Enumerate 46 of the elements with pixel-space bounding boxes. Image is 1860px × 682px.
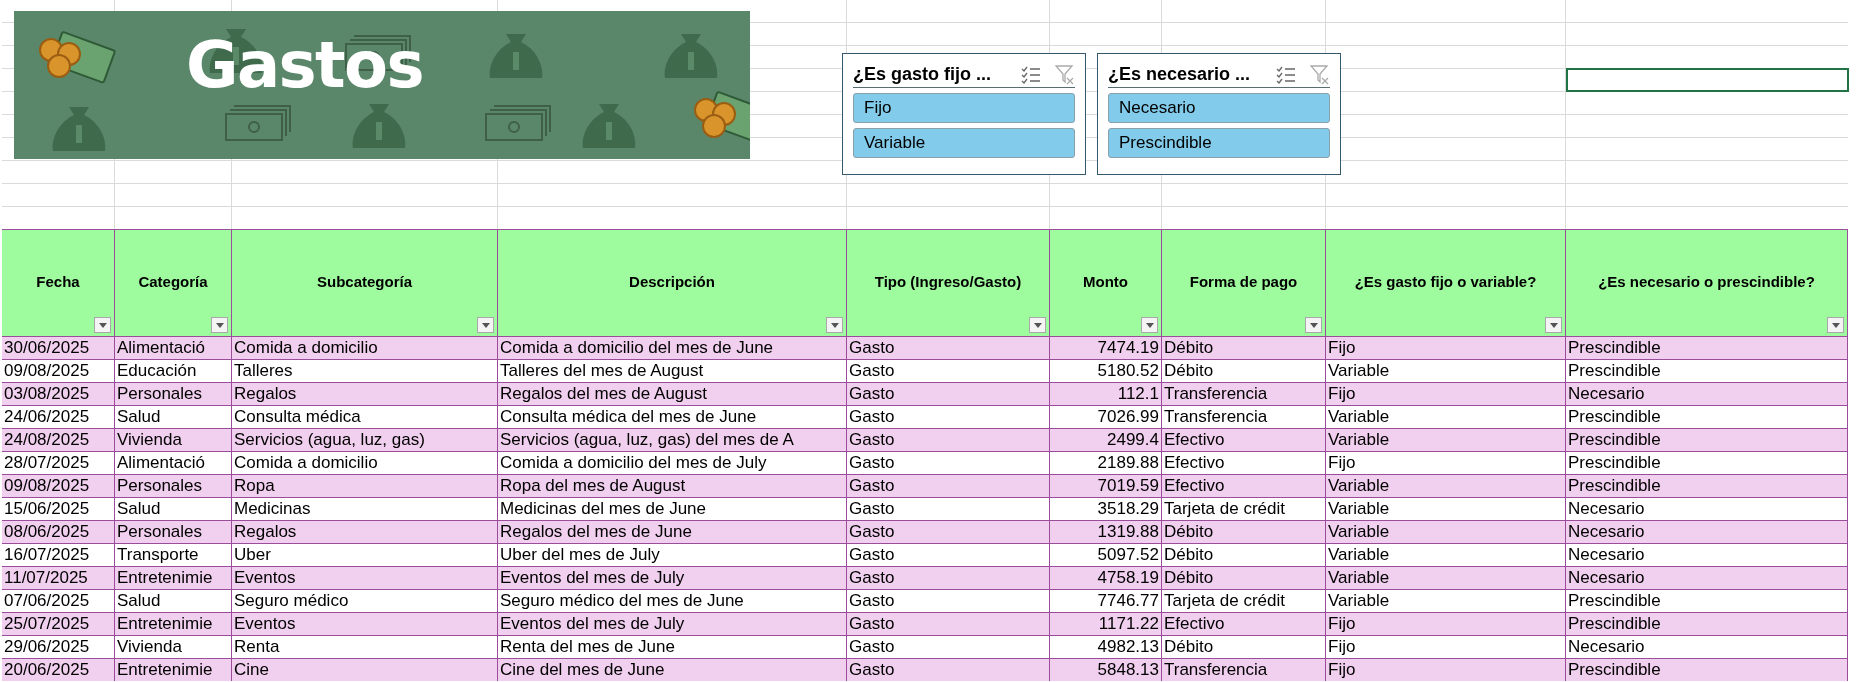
caret-icon (1549, 322, 1558, 328)
slicer-item[interactable]: Variable (853, 128, 1075, 158)
table-cell: Entretenimie (115, 659, 232, 681)
table-cell: 20/06/2025 (2, 659, 115, 681)
table-cell: Transferencia (1162, 659, 1326, 681)
column-header[interactable]: Monto (1050, 230, 1162, 336)
filter-dropdown-button[interactable] (477, 317, 494, 333)
table-cell: Fijo (1326, 659, 1566, 681)
slicer-item[interactable]: Prescindible (1108, 128, 1330, 158)
caret-icon (1309, 322, 1318, 328)
caret-icon (830, 322, 839, 328)
caret-icon (215, 322, 224, 328)
banner-title: Gastos (186, 33, 423, 97)
table-cell: 5848.13 (1050, 659, 1162, 681)
column-header[interactable]: Subcategoría (232, 230, 498, 336)
slicer-title: ¿Es gasto fijo ... (853, 63, 991, 86)
slicer-title: ¿Es necesario ... (1108, 63, 1251, 86)
table-cell: Cine (232, 659, 498, 681)
multi-select-icon[interactable] (1021, 65, 1041, 84)
table-cell: Prescindible (1566, 659, 1848, 681)
column-header[interactable]: Descripción (498, 230, 847, 336)
filter-dropdown-button[interactable] (1545, 317, 1562, 333)
table-cell: Gasto (847, 659, 1050, 681)
filter-dropdown-button[interactable] (826, 317, 843, 333)
column-header[interactable]: Tipo (Ingreso/Gasto) (847, 230, 1050, 336)
caret-icon (1145, 322, 1154, 328)
caret-icon (1033, 322, 1042, 328)
column-header[interactable]: ¿Es gasto fijo o variable? (1326, 230, 1566, 336)
filter-dropdown-button[interactable] (1827, 317, 1844, 333)
column-header[interactable]: Categoría (115, 230, 232, 336)
slicer-item[interactable]: Necesario (1108, 93, 1330, 123)
column-header[interactable]: Fecha (2, 230, 115, 336)
table-cell: Cine del mes de June (498, 659, 847, 681)
multi-select-icon[interactable] (1276, 65, 1296, 84)
caret-icon (481, 322, 490, 328)
column-header[interactable]: Forma de pago (1162, 230, 1326, 336)
filter-dropdown-button[interactable] (1029, 317, 1046, 333)
selected-cell[interactable] (1566, 68, 1849, 92)
column-header[interactable]: ¿Es necesario o prescindible? (1566, 230, 1848, 336)
filter-dropdown-button[interactable] (1305, 317, 1322, 333)
caret-icon (1831, 322, 1840, 328)
slicer-item[interactable]: Fijo (853, 93, 1075, 123)
filter-dropdown-button[interactable] (211, 317, 228, 333)
filter-dropdown-button[interactable] (1141, 317, 1158, 333)
caret-icon (98, 322, 107, 328)
filter-dropdown-button[interactable] (94, 317, 111, 333)
